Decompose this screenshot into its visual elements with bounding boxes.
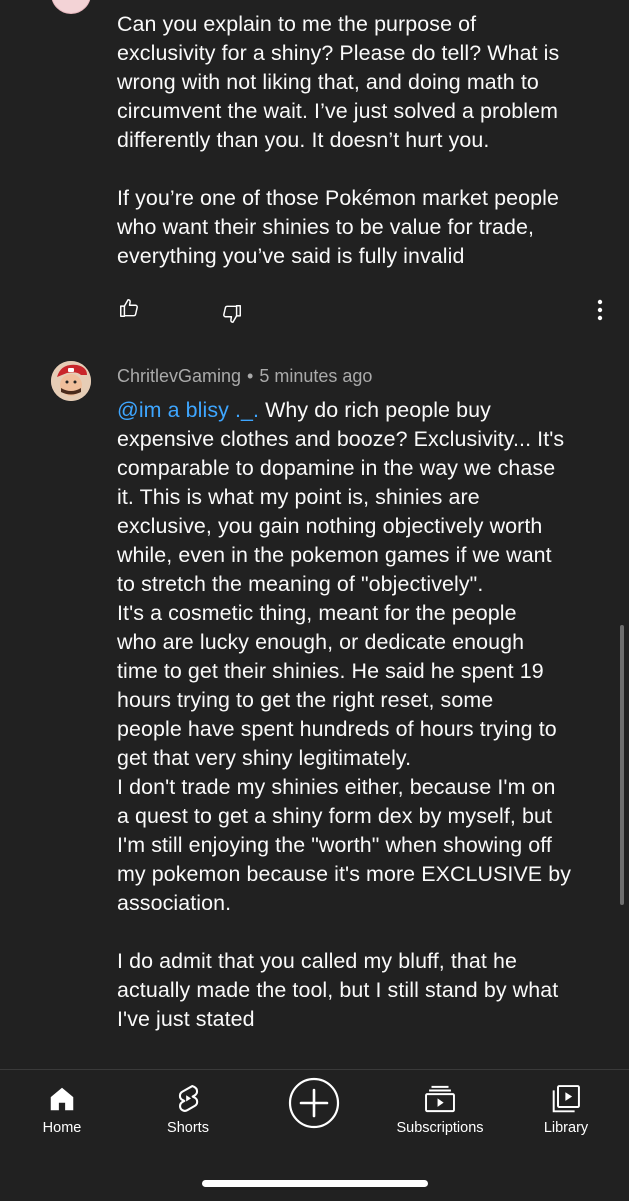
commenter-avatar[interactable] — [51, 0, 91, 14]
nav-home[interactable]: Home — [2, 1070, 122, 1150]
comment-header: ChritlevGaming • 5 minutes ago — [117, 362, 372, 390]
comment-text: Can you explain to me the purpose of exc… — [117, 12, 560, 268]
separator-dot: • — [247, 366, 254, 386]
home-icon — [50, 1087, 74, 1111]
library-icon — [552, 1085, 580, 1113]
nav-label: Home — [42, 1120, 82, 1136]
scrollbar[interactable] — [620, 625, 624, 905]
more-vert-icon — [597, 299, 603, 321]
nav-shorts[interactable]: Shorts — [128, 1070, 248, 1150]
create-icon — [288, 1077, 340, 1129]
comment-body: Why do rich people buy expensive clothes… — [117, 398, 572, 1031]
more-options-button[interactable] — [588, 298, 612, 322]
comment-text: @im a blisy ._. Why do rich people buy e… — [117, 396, 607, 1034]
subscriptions-icon — [425, 1085, 455, 1113]
home-indicator — [202, 1180, 428, 1187]
nav-subscriptions[interactable]: Subscriptions — [380, 1070, 500, 1150]
thumbs-down-icon — [223, 305, 241, 323]
nav-label: Library — [543, 1120, 589, 1136]
nav-library[interactable]: Library — [506, 1070, 626, 1150]
nav-create[interactable] — [254, 1070, 374, 1150]
nav-label: Subscriptions — [396, 1120, 484, 1136]
avatar-image — [51, 361, 91, 401]
timestamp: 5 minutes ago — [259, 366, 373, 386]
nav-label: Shorts — [167, 1120, 209, 1136]
shorts-icon — [178, 1085, 199, 1112]
dislike-button[interactable] — [220, 302, 244, 326]
author-name[interactable]: ChritlevGaming — [117, 366, 241, 386]
thumbs-up-icon — [120, 299, 138, 317]
mention-link[interactable]: @im a blisy ._. — [117, 398, 259, 422]
commenter-avatar[interactable] — [51, 361, 91, 401]
like-button[interactable] — [117, 296, 141, 320]
